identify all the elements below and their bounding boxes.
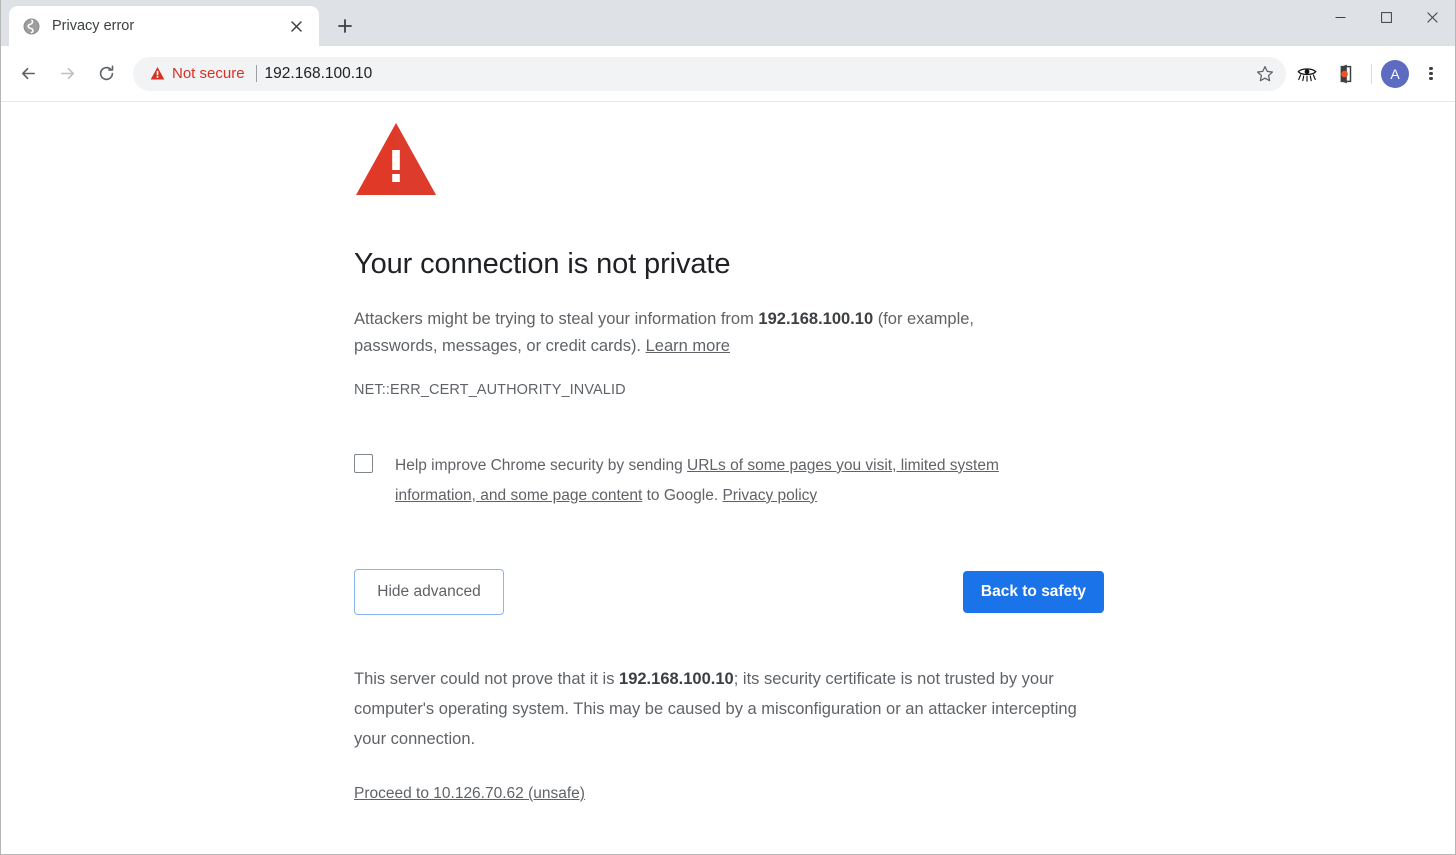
new-tab-button[interactable] [329, 10, 361, 42]
omnibox-separator [255, 65, 257, 82]
browser-window: Privacy error Not secure 192.168.100.10 … [0, 0, 1456, 855]
back-to-safety-button[interactable]: Back to safety [962, 570, 1104, 613]
safe-browsing-optin: Help improve Chrome security by sending … [354, 451, 1106, 511]
kebab-menu-icon [1429, 65, 1433, 82]
hide-advanced-button[interactable]: Hide advanced [354, 568, 504, 615]
browser-tab[interactable]: Privacy error [9, 6, 319, 46]
optin-part1: Help improve Chrome security by sending [395, 456, 688, 474]
bookmark-star-icon[interactable] [1250, 59, 1280, 89]
close-icon [1426, 11, 1438, 23]
optin-part2: to Google. [642, 486, 723, 504]
error-description: Attackers might be trying to steal your … [354, 306, 1054, 360]
red-warning-triangle-icon [356, 123, 436, 195]
page-title: Your connection is not private [354, 248, 731, 280]
maximize-button[interactable] [1363, 0, 1409, 34]
optin-checkbox[interactable] [354, 453, 373, 473]
minimize-icon [1335, 16, 1345, 18]
tab-title: Privacy error [52, 18, 135, 34]
plus-icon [338, 19, 352, 33]
security-label: Not secure [172, 65, 245, 82]
advanced-text: This server could not prove that it is 1… [354, 664, 1099, 755]
proceed-unsafe-link[interactable]: Proceed to 10.126.70.62 (unsafe) [354, 785, 585, 803]
security-indicator[interactable]: Not secure [150, 66, 245, 81]
warning-triangle-icon [150, 66, 165, 80]
url-text[interactable]: 192.168.100.10 [265, 66, 1246, 82]
reload-icon [99, 65, 113, 81]
advanced-before: This server could not prove that it is [354, 669, 620, 688]
back-button[interactable] [11, 57, 45, 91]
page-viewport: Your connection is not private Attackers… [1, 102, 1455, 854]
learn-more-link[interactable]: Learn more [646, 337, 730, 355]
privacy-policy-link[interactable]: Privacy policy [722, 487, 817, 504]
error-code: NET::ERR_CERT_AUTHORITY_INVALID [354, 381, 626, 398]
extension-orange-button[interactable] [1328, 57, 1362, 91]
address-bar[interactable]: Not secure 192.168.100.10 [133, 56, 1286, 91]
browser-toolbar: Not secure 192.168.100.10 A [1, 46, 1455, 102]
avatar[interactable]: A [1381, 59, 1409, 88]
reload-button[interactable] [89, 57, 123, 91]
arrow-right-icon [60, 67, 74, 80]
close-window-button[interactable] [1409, 0, 1455, 34]
tab-strip: Privacy error [1, 0, 1455, 46]
desc-before: Attackers might be trying to steal your … [354, 309, 759, 328]
toolbar-separator [1371, 63, 1372, 84]
advanced-host: 192.168.100.10 [619, 669, 734, 688]
ssl-interstitial: Your connection is not private Attackers… [354, 121, 1106, 803]
forward-button[interactable] [50, 57, 84, 91]
chrome-menu-button[interactable] [1415, 57, 1447, 91]
desc-host: 192.168.100.10 [758, 309, 874, 328]
maximize-icon [1380, 11, 1392, 23]
optin-label: Help improve Chrome security by sending … [395, 451, 1035, 511]
arrow-left-icon [21, 67, 35, 80]
globe-icon [23, 18, 40, 34]
action-buttons: Hide advanced Back to safety [354, 568, 1104, 615]
advanced-details: This server could not prove that it is 1… [354, 664, 1099, 803]
eye-extension-icon [1297, 67, 1317, 82]
close-icon[interactable] [283, 13, 309, 39]
extension-eye-button[interactable] [1290, 57, 1324, 91]
orange-dot-extension-icon [1340, 64, 1352, 83]
window-controls [1317, 0, 1455, 34]
minimize-button[interactable] [1317, 0, 1363, 34]
